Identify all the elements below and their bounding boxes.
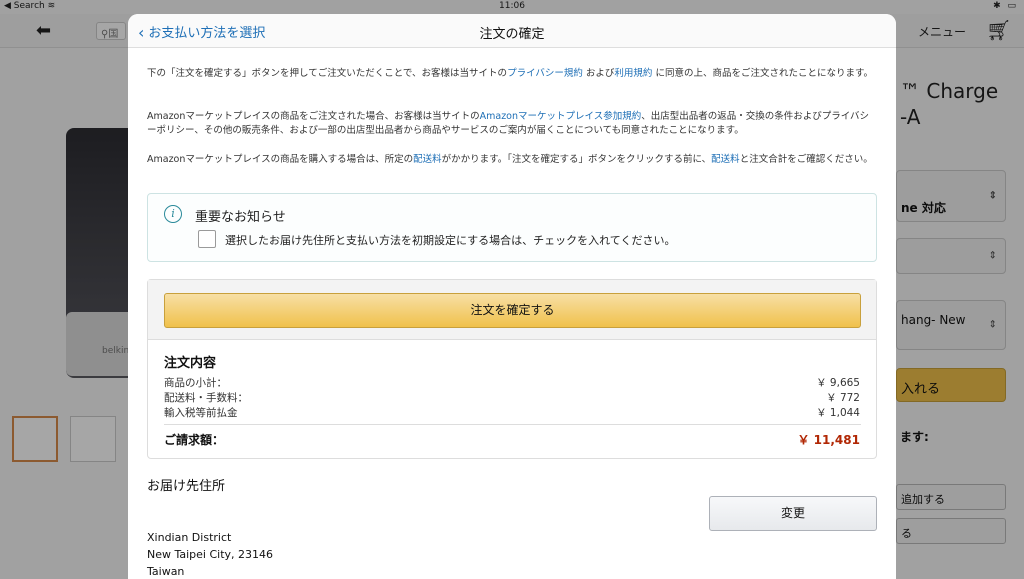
terms-paragraph: 下の「注文を確定する」ボタンを押してご注文いただくことで、お客様は当サイトのプラ… [147, 67, 877, 81]
import-fees-value: ￥ 1,044 [816, 407, 860, 419]
order-summary-box: 注文を確定する 注文内容 商品の小計： ￥ 9,665 配送料・手数料： ￥ 7… [147, 279, 877, 459]
summary-title: 注文内容 [164, 356, 217, 371]
shipping-paragraph: Amazonマーケットプレイスの商品を購入する場合は、所定の配送料がかかります。… [147, 153, 877, 167]
shipping-address-title: お届け先住所 [147, 479, 226, 494]
order-total-label: ご請求額： [164, 433, 225, 447]
terms-of-use-link[interactable]: 利用規約 [614, 68, 652, 79]
address-line: New Taipei City, 23146 [147, 548, 274, 561]
modal-content: 下の「注文を確定する」ボタンを押してご注文いただくことで、お客様は当サイトのプラ… [128, 48, 896, 579]
subtotal-value: ￥ 9,665 [816, 377, 860, 389]
privacy-policy-link[interactable]: プライバシー規約 [507, 68, 583, 79]
notice-title: 重要なお知らせ [195, 210, 286, 225]
order-confirm-modal: ‹ お支払い方法を選択 注文の確定 下の「注文を確定する」ボタンを押してご注文いた… [128, 14, 896, 579]
modal-header: ‹ お支払い方法を選択 注文の確定 [128, 14, 896, 48]
marketplace-paragraph: Amazonマーケットプレイスの商品をご注文された場合、お客様は当サイトのAma… [147, 110, 877, 138]
text: Amazonマーケットプレイスの商品を購入する場合は、所定の [147, 154, 414, 165]
text: と注文合計をご確認ください。 [739, 154, 873, 165]
summary-divider [164, 424, 861, 425]
order-total-value: ￥ 11,481 [797, 433, 861, 447]
address-line: Xindian District [147, 531, 232, 544]
shipping-fee-link[interactable]: 配送料 [413, 154, 442, 165]
info-icon: i [164, 205, 182, 223]
place-order-button[interactable]: 注文を確定する [164, 293, 861, 328]
import-fees-link[interactable]: 輸入税等前払金 [164, 405, 238, 420]
shipping-label: 配送料・手数料： [164, 392, 248, 404]
text: Amazonマーケットプレイスの商品をご注文された場合、お客様は当サイトの [147, 111, 480, 122]
default-settings-checkbox[interactable] [198, 230, 216, 248]
text: がかかります。「注文を確定する」ボタンをクリックする前に、 [441, 154, 712, 165]
shipping-fee-link[interactable]: 配送料 [711, 154, 740, 165]
place-order-area: 注文を確定する [148, 280, 876, 340]
address-line: Taiwan [147, 565, 185, 578]
shipping-value: ￥ 772 [826, 392, 860, 404]
subtotal-label: 商品の小計： [164, 377, 227, 389]
change-address-button[interactable]: 変更 [709, 496, 877, 531]
text: 下の「注文を確定する」ボタンを押してご注文いただくことで、お客様は当サイトの [147, 68, 508, 79]
text: および [582, 68, 615, 79]
modal-title: 注文の確定 [479, 27, 545, 42]
text: に同意の上、商品をご注文されたことになります。 [652, 68, 873, 79]
checkbox-label[interactable]: 選択したお届け先住所と支払い方法を初期設定にする場合は、チェックを入れてください… [225, 232, 675, 248]
marketplace-terms-link[interactable]: Amazonマーケットプレイス参加規約 [480, 111, 642, 122]
important-notice-box: i 重要なお知らせ 選択したお届け先住所と支払い方法を初期設定にする場合は、チェ… [147, 193, 877, 262]
